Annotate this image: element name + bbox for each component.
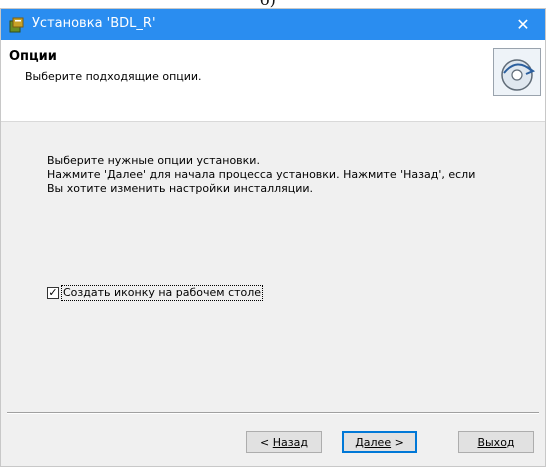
next-button[interactable]: Далее > [342,431,417,453]
back-button-prefix: < [260,435,273,449]
footer-separator [7,412,539,414]
exit-button[interactable]: Выход [458,431,534,453]
title-bar[interactable]: Установка 'BDL_R' ✕ [1,9,545,40]
wizard-header: Опции Выберите подходящие опции. [1,40,545,122]
page-fragment: б) [0,0,546,9]
close-icon[interactable]: ✕ [501,9,545,40]
desktop-icon-checkbox[interactable]: ✓ [47,287,59,299]
exit-button-label: Выход [477,435,515,449]
installer-app-icon [9,17,25,33]
page-subtitle: Выберите подходящие опции. [25,70,202,83]
next-button-label: Далее [355,435,392,449]
wizard-content: Выберите нужные опции установки. Нажмите… [1,122,545,412]
setup-disc-icon [493,48,541,96]
page-title: Опции [9,49,57,64]
installer-window: Установка 'BDL_R' ✕ Опции Выберите подхо… [0,8,546,467]
instruction-line: Нажмите 'Далее' для начала процесса уста… [47,168,476,181]
instruction-line: Вы хотите изменить настройки инсталляции… [47,182,314,195]
window-title: Установка 'BDL_R' [32,16,156,31]
desktop-icon-option[interactable]: ✓ Создать иконку на рабочем столе [47,285,264,301]
desktop-icon-checkbox-label[interactable]: Создать иконку на рабочем столе [61,285,264,301]
instruction-line: Выберите нужные опции установки. [47,154,260,167]
next-button-suffix: > [391,435,404,449]
back-button[interactable]: < Назад [246,431,322,453]
back-button-label: Назад [272,435,308,449]
instructions: Выберите нужные опции установки. Нажмите… [47,154,475,196]
